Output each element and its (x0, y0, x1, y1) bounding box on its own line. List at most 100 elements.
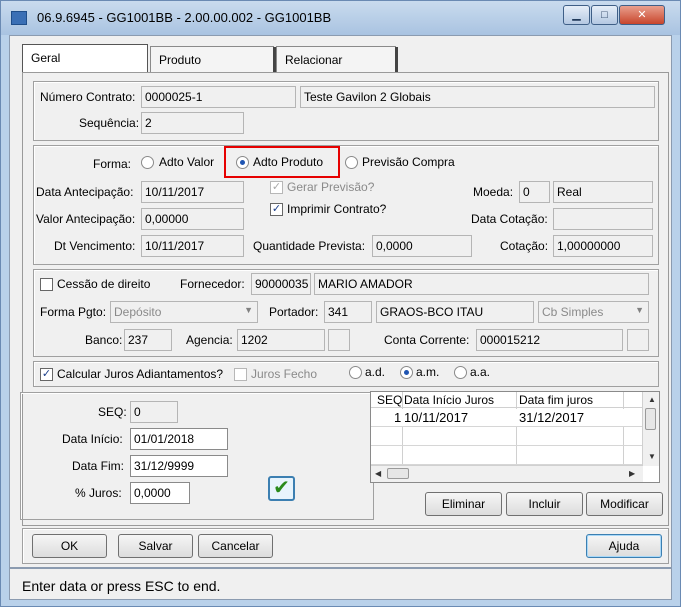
cancelar-button[interactable]: Cancelar (198, 534, 273, 558)
salvar-label: Salvar (138, 539, 173, 553)
imprimir-contrato-label: Imprimir Contrato? (287, 202, 387, 216)
forma-pgto-label: Forma Pgto: (40, 305, 107, 319)
cotacao-field[interactable]: 1,00000000 (553, 235, 653, 257)
adto-produto-radio[interactable] (236, 156, 249, 169)
data-cotacao-label: Data Cotação: (471, 212, 548, 226)
data-fim-label: Data Fim: (72, 459, 125, 473)
ajuda-button[interactable]: Ajuda (586, 534, 662, 558)
close-button[interactable]: ✕ (619, 5, 665, 25)
chevron-down-icon: ▼ (635, 305, 644, 315)
calcular-juros-checkbox[interactable]: ✓ (40, 368, 53, 381)
valor-antecipacao-label: Valor Antecipação: (36, 212, 136, 226)
tab-produto[interactable]: Produto (150, 46, 276, 72)
data-inicio-field[interactable]: 01/01/2018 (130, 428, 228, 450)
numero-contrato-label: Número Contrato: (40, 90, 136, 104)
tab-label: Relacionar (285, 53, 343, 67)
contrato-descricao-field[interactable]: Teste Gavilon 2 Globais (300, 86, 655, 108)
forma-pgto-select[interactable]: Depósito ▼ (110, 301, 258, 323)
scroll-left-icon[interactable]: ◀ (375, 469, 381, 478)
column-header-data-inicio[interactable]: Data Início Juros (404, 393, 494, 407)
agencia-dv-field[interactable] (328, 329, 350, 351)
data-cotacao-field[interactable] (553, 208, 653, 230)
juros-detail-group: SEQ: 0 Data Início: 01/01/2018 Data Fim:… (19, 391, 375, 520)
tab-relacionar[interactable]: Relacionar (276, 46, 398, 72)
portador-name-field[interactable]: GRAOS-BCO ITAU (376, 301, 534, 323)
forma-label: Forma: (93, 157, 132, 171)
data-antecipacao-field[interactable]: 10/11/2017 (141, 181, 244, 203)
numero-contrato-field[interactable]: 0000025-1 (141, 86, 296, 108)
fornecedor-group: Cessão de direito Fornecedor: 90000035 M… (33, 269, 659, 357)
moeda-code-field[interactable]: 0 (519, 181, 550, 203)
ajuda-label: Ajuda (608, 539, 640, 553)
adto-produto-label: Adto Produto (253, 155, 324, 169)
checkmark-icon: ✔ (273, 477, 290, 499)
dt-vencimento-field[interactable]: 10/11/2017 (141, 235, 244, 257)
tab-edge (395, 47, 398, 72)
title-bar[interactable]: 06.9.6945 - GG1001BB - 2.00.00.002 - GG1… (1, 1, 680, 35)
portador-code-field[interactable]: 341 (324, 301, 372, 323)
table-row[interactable]: 1 10/11/2017 31/12/2017 (371, 409, 643, 427)
scroll-down-icon[interactable]: ▼ (648, 452, 656, 461)
eliminar-button[interactable]: Eliminar (425, 492, 502, 516)
ok-button[interactable]: OK (32, 534, 107, 558)
perc-juros-field[interactable]: 0,0000 (130, 482, 190, 504)
contract-group: Número Contrato: 0000025-1 Teste Gavilon… (33, 81, 659, 141)
row-data-inicio: 10/11/2017 (404, 410, 469, 425)
conta-dv-field[interactable] (627, 329, 649, 351)
portador-label: Portador: (269, 305, 319, 319)
imprimir-contrato-checkbox[interactable]: ✓ (270, 203, 283, 216)
quantidade-prevista-field[interactable]: 0,0000 (372, 235, 472, 257)
juros-table[interactable]: SEQ Data Início Juros Data fim juros 1 1… (370, 391, 660, 483)
am-radio[interactable] (400, 366, 413, 379)
minimize-button[interactable]: ▁ (563, 5, 590, 25)
sequencia-field[interactable]: 2 (141, 112, 244, 134)
adto-valor-radio[interactable] (141, 156, 154, 169)
status-bar: Enter data or press ESC to end. (9, 568, 672, 600)
minimize-icon: ▁ (572, 9, 581, 21)
incluir-label: Incluir (528, 497, 561, 511)
valor-antecipacao-field[interactable]: 0,00000 (141, 208, 244, 230)
table-row[interactable] (371, 428, 643, 446)
scroll-thumb[interactable] (387, 468, 409, 479)
vertical-scrollbar[interactable]: ▲ ▼ (642, 392, 659, 466)
juros-options-group: ✓ Calcular Juros Adiantamentos? Juros Fe… (33, 361, 659, 387)
aa-label: a.a. (470, 365, 491, 379)
data-antecipacao-label: Data Antecipação: (36, 185, 134, 199)
juros-fecho-checkbox[interactable] (234, 368, 247, 381)
modificar-button[interactable]: Modificar (586, 492, 663, 516)
scroll-right-icon[interactable]: ▶ (629, 469, 635, 478)
column-header-data-fim[interactable]: Data fim juros (519, 393, 593, 407)
confirm-button[interactable]: ✔ (268, 476, 295, 501)
fornecedor-label: Fornecedor: (180, 277, 245, 291)
window-title: 06.9.6945 - GG1001BB - 2.00.00.002 - GG1… (37, 10, 332, 25)
previsao-compra-radio[interactable] (345, 156, 358, 169)
aa-radio[interactable] (454, 366, 467, 379)
scroll-thumb[interactable] (645, 408, 656, 430)
scroll-up-icon[interactable]: ▲ (648, 395, 656, 404)
table-row[interactable] (371, 447, 643, 465)
ad-radio[interactable] (349, 366, 362, 379)
horizontal-scrollbar[interactable]: ◀ ▶ (371, 465, 643, 482)
maximize-button[interactable]: □ (591, 5, 618, 25)
moeda-name-field[interactable]: Real (553, 181, 653, 203)
conta-corrente-field[interactable]: 000015212 (476, 329, 623, 351)
tab-label: Produto (159, 53, 202, 67)
fornecedor-code-field[interactable]: 90000035 (251, 273, 311, 295)
calcular-juros-label: Calcular Juros Adiantamentos? (57, 367, 224, 381)
data-fim-field[interactable]: 31/12/9999 (130, 455, 228, 477)
fornecedor-name-field[interactable]: MARIO AMADOR (314, 273, 649, 295)
cessao-direito-checkbox[interactable] (40, 278, 53, 291)
row-data-fim: 31/12/2017 (519, 410, 585, 425)
column-header-seq[interactable]: SEQ (377, 393, 402, 407)
incluir-button[interactable]: Incluir (506, 492, 583, 516)
salvar-button[interactable]: Salvar (118, 534, 193, 558)
row-seq: 1 (394, 410, 402, 425)
gerar-previsao-checkbox[interactable]: ✓ (270, 181, 283, 194)
banco-field[interactable]: 237 (124, 329, 172, 351)
cancelar-label: Cancelar (211, 539, 260, 553)
seq-field[interactable]: 0 (130, 401, 178, 423)
status-text: Enter data or press ESC to end. (22, 578, 221, 594)
tab-geral[interactable]: Geral (22, 44, 148, 73)
agencia-field[interactable]: 1202 (237, 329, 325, 351)
carteira-select[interactable]: Cb Simples ▼ (538, 301, 649, 323)
